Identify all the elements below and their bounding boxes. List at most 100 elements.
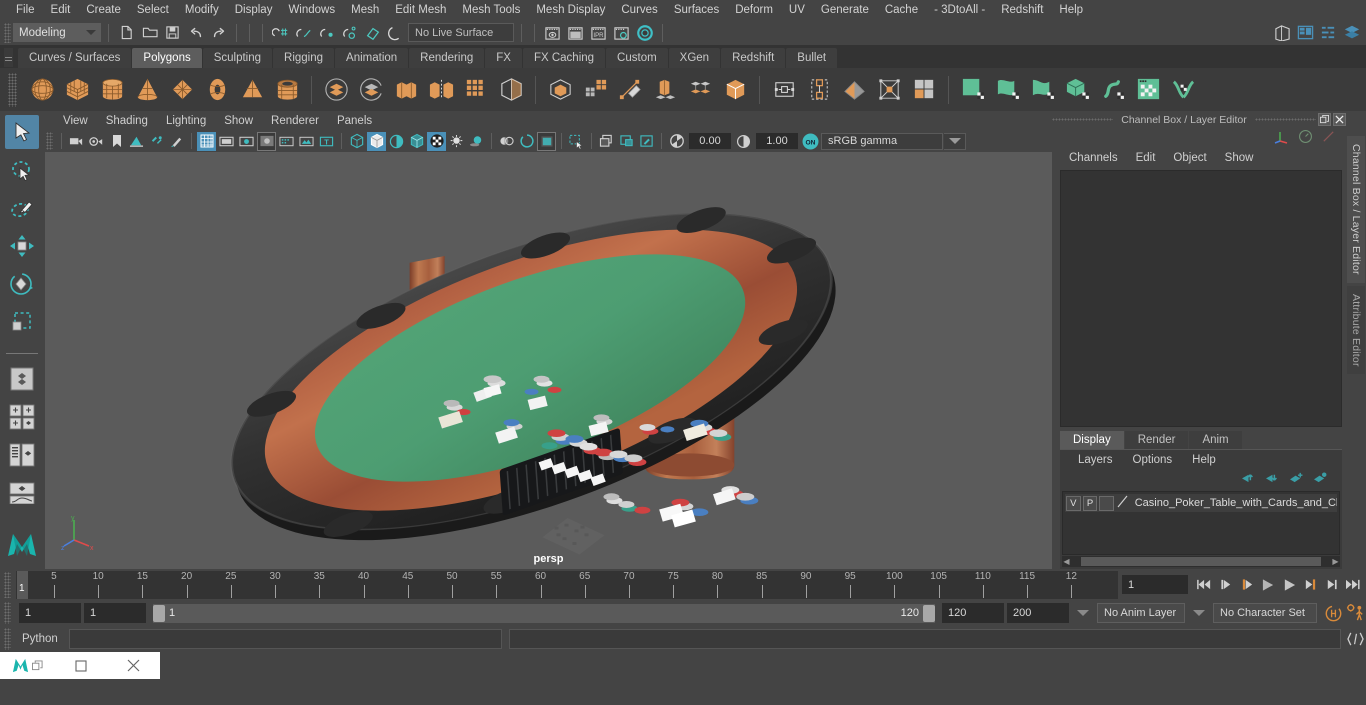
menu-item-edit-mesh[interactable]: Edit Mesh [387,2,454,18]
shelf-tab-custom[interactable]: Custom [606,48,668,68]
layer-menu-options[interactable]: Options [1123,454,1183,466]
undock-icon[interactable] [1318,113,1331,126]
speedometer-icon[interactable] [1298,129,1313,147]
poly-cylinder-icon[interactable] [96,74,128,106]
menu-item-surfaces[interactable]: Surfaces [666,2,727,18]
menu-item-help[interactable]: Help [1051,2,1091,18]
current-frame-field[interactable]: 1 [1122,575,1188,594]
layer-name[interactable]: Casino_Poker_Table_with_Cards_and_Ch [1132,497,1337,509]
move-layer-down-icon[interactable] [1265,471,1280,487]
shelf-tab-sculpting[interactable]: Sculpting [202,48,273,68]
poly-reduce-icon[interactable] [873,74,905,106]
paint-select-tool[interactable] [5,191,39,225]
menu-item-mesh-tools[interactable]: Mesh Tools [454,2,528,18]
command-language-label[interactable]: Python [14,633,66,645]
color-space-dropdown-arrow[interactable] [944,132,966,150]
smooth-shade-all-icon[interactable] [367,131,386,151]
render-current-frame-icon[interactable] [542,22,563,43]
uv-editor-icon[interactable] [1132,74,1164,106]
shelf-grip[interactable] [4,48,13,67]
poly-torus-icon[interactable] [201,74,233,106]
snap-to-view-plane-icon[interactable] [362,22,383,43]
menu-item-modify[interactable]: Modify [177,2,227,18]
outliner-persp-layout[interactable] [5,438,39,472]
menu-item-edit[interactable]: Edit [43,2,79,18]
scroll-left-arrow-icon[interactable]: ◀ [1062,557,1071,566]
two-sided-lighting-icon[interactable] [147,132,166,151]
open-scene-icon[interactable] [139,22,160,43]
channelbox-menu-show[interactable]: Show [1216,152,1263,164]
tab-anim[interactable]: Anim [1189,431,1242,449]
text-overlay-icon[interactable]: T [317,132,336,151]
color-space-field[interactable]: sRGB gamma [821,132,943,150]
layer-visibility-toggle[interactable]: V [1066,495,1081,511]
range-slider[interactable]: 1 120 [153,603,935,623]
viewport-menu-renderer[interactable]: Renderer [262,115,328,127]
resolution-gate-icon[interactable] [237,132,256,151]
poly-append-icon[interactable] [803,74,835,106]
layer-menu-help[interactable]: Help [1182,454,1226,466]
shadows-icon[interactable] [467,132,486,151]
make-live-icon[interactable] [385,22,406,43]
viewport-menu-view[interactable]: View [54,115,97,127]
snap-to-curve-icon[interactable] [293,22,314,43]
hypershade-icon[interactable] [634,22,655,43]
tab-display[interactable]: Display [1060,431,1124,449]
shelf-tab-fx[interactable]: FX [485,48,522,68]
poly-cone-icon[interactable] [131,74,163,106]
tool-settings-toggle-icon[interactable] [1318,22,1339,43]
tab-render[interactable]: Render [1124,431,1189,449]
uv-unfold-icon[interactable] [1097,74,1129,106]
render-sequence-icon[interactable] [565,22,586,43]
uv-planar-icon[interactable] [908,74,940,106]
single-perspective-layout[interactable] [5,362,39,396]
poly-bevel-icon[interactable] [579,74,611,106]
color-management-toggle-icon[interactable]: ON [801,132,820,151]
shelf-row-grip[interactable] [8,72,17,107]
uv-spherical-icon[interactable] [992,74,1024,106]
poly-fill-hole-icon[interactable] [838,74,870,106]
menu-item-display[interactable]: Display [227,2,281,18]
auto-keyframe-icon[interactable] [1324,602,1343,624]
menu-item-file[interactable]: File [8,2,43,18]
animation-end-time-field[interactable]: 200 [1007,603,1069,623]
multisample-aa-icon[interactable] [537,131,556,151]
menu-item-3dtoall[interactable]: - 3DtoAll - [926,2,993,18]
poly-smooth-icon[interactable] [460,74,492,106]
xray-icon[interactable] [597,132,616,151]
menu-item-cache[interactable]: Cache [877,2,926,18]
smooth-shade-flat-icon[interactable] [387,132,406,151]
layer-list-horizontal-scrollbar[interactable]: ◀ ▶ [1062,556,1340,567]
layer-list[interactable]: V P Casino_Poker_Table_with_Cards_and_Ch [1062,491,1340,555]
shelf-tab-bullet[interactable]: Bullet [786,48,838,68]
poly-multicut-icon[interactable] [614,74,646,106]
film-gate-icon[interactable] [217,132,236,151]
channelbox-menu-edit[interactable]: Edit [1127,152,1165,164]
panel-grip-right[interactable] [1254,118,1316,121]
move-layer-up-icon[interactable] [1241,471,1256,487]
paint-effects-icon[interactable] [167,132,186,151]
poly-plane-icon[interactable] [166,74,198,106]
ipr-render-icon[interactable]: IPR [588,22,609,43]
sidebar-toggle-icon[interactable] [1272,22,1293,43]
screen-space-ao-icon[interactable] [497,132,516,151]
poly-combine-icon[interactable] [390,74,422,106]
shelf-tab-animation[interactable]: Animation [335,48,409,68]
gate-mask-icon[interactable] [257,131,276,151]
gamma-icon[interactable] [734,132,753,151]
film-origin-icon[interactable] [277,132,296,151]
poly-pyramid-icon[interactable] [236,74,268,106]
step-back-keyframe-icon[interactable] [1217,575,1236,594]
rotate-tool[interactable] [5,267,39,301]
range-start-time-field[interactable]: 1 [84,603,146,623]
menu-item-deform[interactable]: Deform [727,2,781,18]
bookmark-icon[interactable] [107,132,126,151]
range-left-handle[interactable] [153,604,165,622]
xray-active-components-icon[interactable] [637,132,656,151]
command-output[interactable] [509,629,1341,649]
layer-menu-layers[interactable]: Layers [1068,454,1123,466]
menu-item-redshift[interactable]: Redshift [993,2,1051,18]
menu-item-mesh-display[interactable]: Mesh Display [528,2,613,18]
maximize-icon[interactable] [54,659,107,672]
vtab-channel-box-layer-editor[interactable]: Channel Box / Layer Editor [1347,136,1365,283]
